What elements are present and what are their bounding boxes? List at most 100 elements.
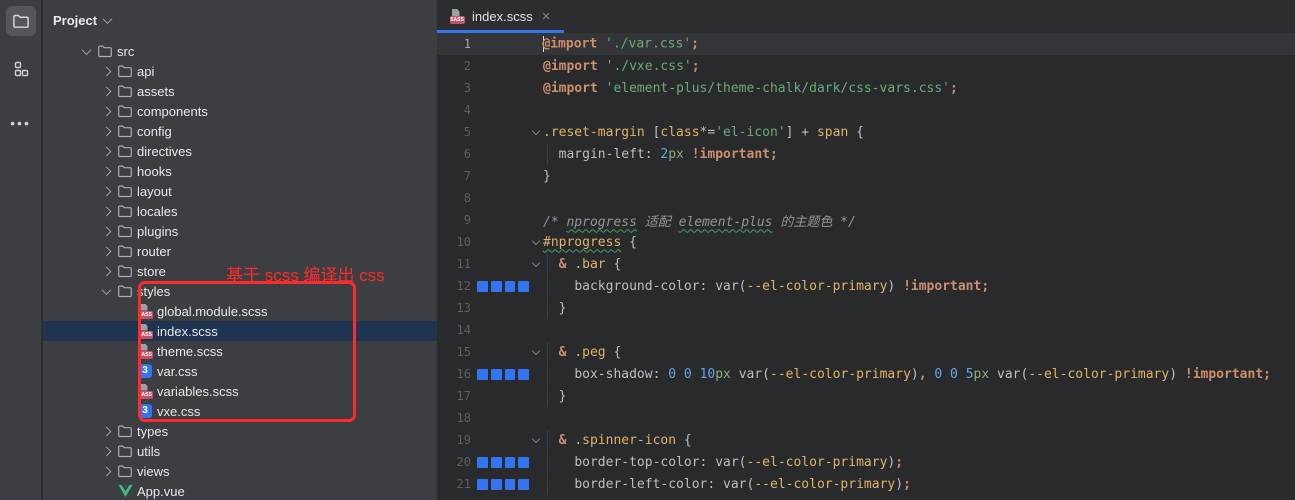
tree-row-vxe-css[interactable]: 3 vxe.css [43,401,437,421]
tree-row-utils[interactable]: utils [43,441,437,461]
tree-row-config[interactable]: config [43,121,437,141]
tab-index-scss[interactable]: SASS index.scss × [437,0,562,33]
code-line[interactable]: 13 } [437,297,1295,319]
tree-row-assets[interactable]: assets [43,81,437,101]
color-swatch[interactable] [518,369,529,380]
tree-row-styles[interactable]: styles [43,281,437,301]
color-swatch[interactable] [491,369,502,380]
tree-row-variables-scss[interactable]: SASS variables.scss [43,381,437,401]
color-swatch[interactable] [505,479,516,490]
color-swatch[interactable] [491,457,502,468]
code-token [543,367,574,382]
color-swatch[interactable] [518,479,529,490]
code-line[interactable]: 20 border-top-color: var(--el-color-prim… [437,451,1295,473]
tree-chevron-icon[interactable] [99,108,113,115]
code-line[interactable]: 19 & .spinner-icon { [437,429,1295,451]
tree-row-theme-scss[interactable]: SASS theme.scss [43,341,437,361]
color-swatch[interactable] [518,281,529,292]
code-line[interactable]: 18 [437,407,1295,429]
tree-row-global-module-scss[interactable]: SASS global.module.scss [43,301,437,321]
line-number: 3 [437,81,471,95]
tree-chevron-icon[interactable] [99,148,113,155]
more-tools-button[interactable]: ••• [6,108,36,138]
tree-row-components[interactable]: components [43,101,437,121]
structure-tool-button[interactable] [6,54,36,84]
code-line[interactable]: 10 #nprogress { [437,231,1295,253]
tree-row-api[interactable]: api [43,61,437,81]
tree-row-layout[interactable]: layout [43,181,437,201]
tree-chevron-icon[interactable] [99,248,113,255]
code-line[interactable]: 1 @import './var.css'; [437,33,1295,55]
code-line[interactable]: 7 } [437,165,1295,187]
tree-chevron-icon[interactable] [99,468,113,475]
tree-row-hooks[interactable]: hooks [43,161,437,181]
color-swatch[interactable] [477,369,488,380]
code-line[interactable]: 17 } [437,385,1295,407]
tree-chevron-icon[interactable] [79,48,93,55]
tree-row-app-vue[interactable]: App.vue [43,481,437,500]
tree-row-src[interactable]: src [43,41,437,61]
code-line[interactable]: 3 @import 'element-plus/theme-chalk/dark… [437,77,1295,99]
code-line[interactable]: 6 margin-left: 2px !important; [437,143,1295,165]
code-line[interactable]: 16 box-shadow: 0 0 10px var(--el-color-p… [437,363,1295,385]
tree-row-var-css[interactable]: 3 var.css [43,361,437,381]
tab-close-icon[interactable]: × [542,9,551,24]
code-token: } [559,301,567,316]
tree-chevron-icon[interactable] [99,128,113,135]
fold-toggle[interactable] [529,351,543,354]
code-area[interactable]: 1 @import './var.css'; 2 @import './vxe.… [437,33,1295,500]
tree-row-locales[interactable]: locales [43,201,437,221]
code-line[interactable]: 15 & .peg { [437,341,1295,363]
tree-row-index-scss[interactable]: SASS index.scss [43,321,437,341]
code-line[interactable]: 14 [437,319,1295,341]
project-tool-button[interactable] [6,6,36,36]
tree-row-types[interactable]: types [43,421,437,441]
color-swatch[interactable] [505,281,516,292]
fold-toggle[interactable] [529,131,543,134]
tree-row-directives[interactable]: directives [43,141,437,161]
gutter-swatches [471,457,529,468]
folder-icon [117,443,133,459]
fold-toggle[interactable] [529,241,543,244]
tree-row-plugins[interactable]: plugins [43,221,437,241]
tree-item-label: vxe.css [157,404,200,419]
tree-chevron-icon[interactable] [99,208,113,215]
tree-chevron-icon[interactable] [99,268,113,275]
color-swatch[interactable] [491,281,502,292]
code-line[interactable]: 11 & .bar { [437,253,1295,275]
tree-item-label: components [137,104,208,119]
code-line[interactable]: 4 [437,99,1295,121]
code-token: ) [895,477,903,492]
fold-toggle[interactable] [529,439,543,442]
tree-chevron-icon[interactable] [99,188,113,195]
tree-item-label: plugins [137,224,178,239]
color-swatch[interactable] [477,457,488,468]
code-line[interactable]: 21 border-left-color: var(--el-color-pri… [437,473,1295,495]
color-swatch[interactable] [518,457,529,468]
tree-chevron-icon[interactable] [99,448,113,455]
tree-chevron-icon[interactable] [99,88,113,95]
project-panel-header[interactable]: Project [43,0,437,40]
tree-item-label: utils [137,444,160,459]
fold-toggle[interactable] [529,263,543,266]
color-swatch[interactable] [477,281,488,292]
code-line[interactable]: 8 [437,187,1295,209]
tree-chevron-icon[interactable] [99,228,113,235]
tree-chevron-icon[interactable] [99,288,113,295]
tree-row-router[interactable]: router [43,241,437,261]
code-line[interactable]: 12 background-color: var(--el-color-prim… [437,275,1295,297]
tree-row-views[interactable]: views [43,461,437,481]
tree-row-store[interactable]: store [43,261,437,281]
color-swatch[interactable] [505,369,516,380]
tree-chevron-icon[interactable] [99,428,113,435]
color-swatch[interactable] [477,479,488,490]
tree-chevron-icon[interactable] [99,68,113,75]
code-token: !important [1185,367,1263,382]
code-line[interactable]: 2 @import './vxe.css'; [437,55,1295,77]
code-line[interactable]: 5 .reset-margin [class*='el-icon'] + spa… [437,121,1295,143]
tree-chevron-icon[interactable] [99,168,113,175]
color-swatch[interactable] [505,457,516,468]
color-swatch[interactable] [491,479,502,490]
code-token [989,367,997,382]
code-line[interactable]: 9 /* nprogress 适配 element-plus 的主题色 */ [437,209,1295,231]
